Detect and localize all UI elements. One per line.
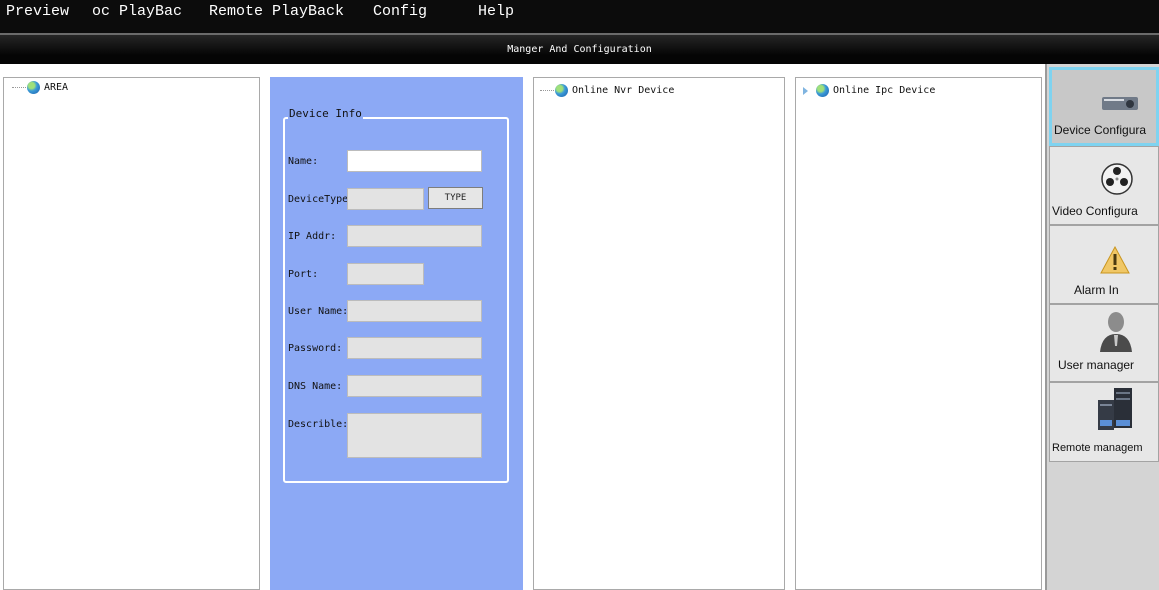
nav-label: Remote managem (1052, 442, 1143, 454)
tree-node-online-nvr[interactable]: Online Nvr Device (540, 84, 674, 97)
tree-node-online-ipc[interactable]: Online Ipc Device (803, 84, 935, 97)
film-reel-icon (1101, 163, 1133, 195)
nvr-tree-panel (533, 77, 785, 590)
user-manager-button[interactable]: User manager (1049, 304, 1159, 382)
type-button[interactable]: TYPE (428, 187, 483, 209)
area-tree-panel (3, 77, 260, 590)
nav-label: Device Configura (1054, 123, 1147, 137)
tree-connector (540, 90, 554, 91)
name-label: Name: (288, 156, 319, 167)
describe-label: Describle: (288, 419, 349, 430)
globe-icon (816, 84, 829, 97)
device-type-field[interactable] (347, 188, 424, 210)
ip-addr-label: IP Addr: (288, 231, 337, 242)
password-label: Password: (288, 343, 343, 354)
warning-icon (1100, 246, 1130, 274)
dns-name-label: DNS Name: (288, 381, 343, 392)
device-config-button[interactable]: Device Configura (1049, 67, 1159, 146)
video-config-button[interactable]: Video Configura (1049, 146, 1159, 225)
projector-icon (1102, 97, 1138, 110)
ip-addr-field[interactable] (347, 225, 482, 247)
menu-bar: Preview oc PlayBac Remote PlayBack Confi… (0, 0, 1159, 33)
user-name-field[interactable] (347, 300, 482, 322)
alarm-in-button[interactable]: Alarm In (1049, 225, 1159, 304)
menu-preview[interactable]: Preview (6, 3, 69, 20)
port-label: Port: (288, 269, 319, 280)
expand-arrow-icon[interactable] (803, 86, 808, 95)
user-icon (1100, 312, 1132, 352)
tree-connector (12, 87, 26, 88)
name-field[interactable] (347, 150, 482, 172)
device-info-group-title: Device Info (288, 107, 363, 120)
globe-icon (555, 84, 568, 97)
page-title: Manger And Configuration (0, 33, 1159, 64)
password-field[interactable] (347, 337, 482, 359)
nav-label: Video Configura (1052, 204, 1138, 218)
dns-name-field[interactable] (347, 375, 482, 397)
tree-node-label: Online Ipc Device (833, 85, 936, 96)
port-field[interactable] (347, 263, 424, 285)
describe-field[interactable] (347, 413, 482, 458)
device-type-label: DeviceType: (288, 194, 355, 205)
ipc-tree-panel (795, 77, 1042, 590)
menu-remote-playback[interactable]: Remote PlayBack (209, 3, 344, 20)
tree-node-area[interactable]: AREA (12, 81, 68, 94)
menu-help[interactable]: Help (478, 3, 514, 20)
nav-label: User manager (1058, 358, 1135, 372)
globe-icon (27, 81, 40, 94)
servers-icon (1098, 388, 1132, 430)
menu-config[interactable]: Config (373, 3, 427, 20)
nav-label: Alarm In (1074, 283, 1119, 297)
tree-node-label: AREA (44, 82, 69, 93)
tree-node-label: Online Nvr Device (572, 85, 675, 96)
user-name-label: User Name: (288, 306, 349, 317)
menu-local-playback[interactable]: oc PlayBac (92, 3, 182, 20)
remote-management-button[interactable]: Remote managem (1049, 382, 1159, 462)
